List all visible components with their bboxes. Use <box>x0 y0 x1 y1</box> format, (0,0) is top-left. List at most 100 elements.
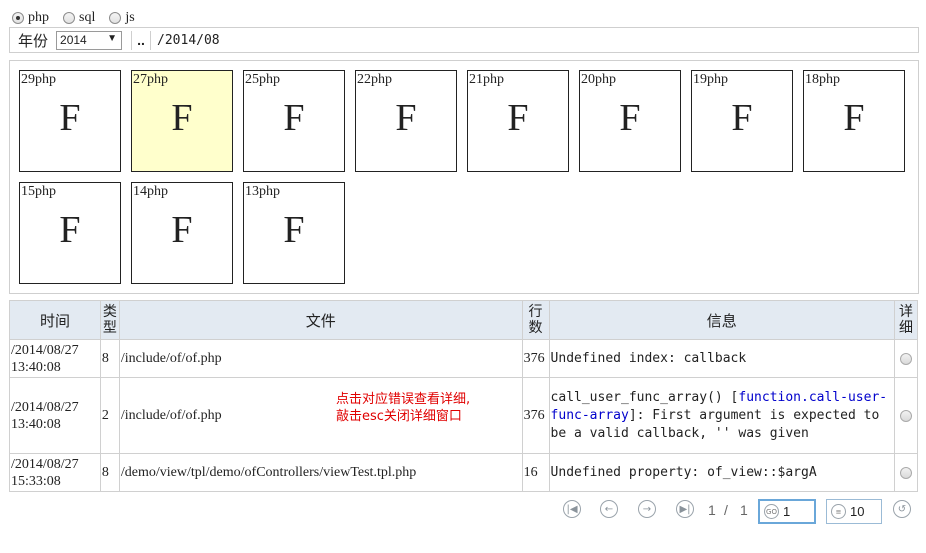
folder-tile-label: 27php <box>133 72 168 87</box>
folder-icon: F <box>171 97 193 139</box>
folder-icon: F <box>59 97 81 139</box>
folder-icon: F <box>283 209 305 251</box>
row-date: /2014/08/27 <box>11 399 79 415</box>
folder-icon: F <box>731 97 753 139</box>
folder-tile[interactable]: 22php F <box>355 70 457 172</box>
radio-php[interactable]: php <box>12 10 49 26</box>
row-message-pre: call_user_func_array() [ <box>550 389 739 405</box>
folder-tile-label: 19php <box>693 72 728 87</box>
table-header-row: 时间 类型 文件 行数 信息 详细 <box>9 300 919 340</box>
error-hint-text: 点击对应错误查看详细, 敲击esc关闭详细窗口 <box>336 391 470 425</box>
year-label: 年份 <box>18 31 49 50</box>
hint-line-1: 点击对应错误查看详细, <box>336 392 471 407</box>
row-message: Undefined property: of_view::$argA <box>548 453 895 492</box>
header-type: 类型 <box>99 300 120 340</box>
current-path: /2014/08 <box>157 32 220 48</box>
radio-sql[interactable]: sql <box>63 10 95 26</box>
row-detail-cell <box>893 377 919 454</box>
row-time: 15:33:08 <box>11 473 61 489</box>
prev-page-icon[interactable]: ← <box>600 500 618 518</box>
folder-panel: 29php F 27php F 25php F 22php F 21php F … <box>9 60 919 294</box>
folder-tile-label: 20php <box>581 72 616 87</box>
page-size-input[interactable]: ≡ 10 <box>826 499 882 524</box>
row-line: 376 <box>521 377 550 454</box>
header-line: 行数 <box>521 300 550 340</box>
header-detail: 详细 <box>893 300 919 340</box>
row-detail-cell <box>893 453 919 492</box>
folder-tile[interactable]: 20php F <box>579 70 681 172</box>
folder-tile-label: 18php <box>805 72 840 87</box>
total-pages: 1 <box>740 502 748 518</box>
folder-tile[interactable]: 15php F <box>19 182 121 284</box>
radio-sql-dot[interactable] <box>63 12 75 24</box>
folder-tile[interactable]: 14php F <box>131 182 233 284</box>
year-toolbar: 年份 2014 ▼ .. /2014/08 <box>9 27 919 53</box>
header-time: 时间 <box>9 300 101 340</box>
folder-tile-label: 13php <box>245 184 280 199</box>
table-row[interactable]: /2014/08/27 15:33:08 8 /demo/view/tpl/de… <box>9 453 919 492</box>
row-line: 376 <box>521 339 550 378</box>
row-message: Undefined index: callback <box>548 339 895 378</box>
folder-tile[interactable]: 25php F <box>243 70 345 172</box>
folder-tile[interactable]: 21php F <box>467 70 569 172</box>
row-type: 8 <box>99 339 120 378</box>
table-row[interactable]: /2014/08/27 13:40:08 8 /include/of/of.ph… <box>9 339 919 378</box>
page-size-value: 10 <box>850 504 865 519</box>
detail-radio[interactable] <box>899 409 912 422</box>
folder-tile-label: 14php <box>133 184 168 199</box>
page-number-value: 1 <box>783 504 791 519</box>
detail-radio[interactable] <box>899 466 912 479</box>
last-page-icon[interactable]: ▶| <box>676 500 694 518</box>
folder-tile[interactable]: 13php F <box>243 182 345 284</box>
row-type: 2 <box>99 377 120 454</box>
folder-icon: F <box>843 97 865 139</box>
radio-js-dot[interactable] <box>109 12 122 24</box>
radio-php-dot[interactable] <box>12 12 24 24</box>
folder-tile-label: 29php <box>21 72 56 87</box>
refresh-icon[interactable]: ↺ <box>893 500 911 518</box>
folder-icon: F <box>619 97 641 139</box>
header-message: 信息 <box>548 300 895 340</box>
radio-sql-label: sql <box>79 10 96 25</box>
list-icon: ≡ <box>831 504 846 519</box>
row-date: /2014/08/27 <box>11 342 79 358</box>
radio-php-label: php <box>28 10 49 25</box>
language-radio-group: php sql js <box>12 9 135 27</box>
radio-js-label: js <box>125 10 135 25</box>
row-time: 13:40:08 <box>11 359 61 375</box>
row-date: /2014/08/27 <box>11 456 79 472</box>
year-select[interactable]: 2014 ▼ <box>56 30 123 50</box>
row-file: /include/of/of.php <box>118 339 523 378</box>
chevron-down-icon: ▼ <box>107 32 118 44</box>
folder-tile-label: 15php <box>21 184 56 199</box>
folder-icon: F <box>395 97 417 139</box>
folder-icon: F <box>59 209 81 251</box>
parent-dir-button[interactable]: .. <box>131 30 152 50</box>
row-type: 8 <box>99 453 120 492</box>
first-page-icon[interactable]: |◀ <box>563 500 581 518</box>
current-page: 1 <box>708 502 716 518</box>
folder-tile[interactable]: 19php F <box>691 70 793 172</box>
folder-tile[interactable]: 29php F <box>19 70 121 172</box>
next-page-icon[interactable]: → <box>638 500 656 518</box>
folder-icon: F <box>507 97 529 139</box>
radio-js[interactable]: js <box>109 10 135 26</box>
row-detail-cell <box>893 339 919 378</box>
detail-radio[interactable] <box>899 352 912 365</box>
row-time: 13:40:08 <box>11 416 61 432</box>
folder-tile[interactable]: 27php F <box>131 70 233 172</box>
folder-tile-label: 25php <box>245 72 280 87</box>
folder-tile-label: 21php <box>469 72 504 87</box>
row-message: call_user_func_array() [function.call-us… <box>548 377 895 454</box>
header-file: 文件 <box>118 300 523 340</box>
folder-tile-label: 22php <box>357 72 392 87</box>
go-icon: GO <box>764 504 779 519</box>
row-file: /demo/view/tpl/demo/ofControllers/viewTe… <box>118 453 523 492</box>
folder-icon: F <box>171 209 193 251</box>
folder-tile[interactable]: 18php F <box>803 70 905 172</box>
folder-icon: F <box>283 97 305 139</box>
year-select-value: 2014 <box>60 33 87 47</box>
page-separator: / <box>724 502 728 518</box>
hint-line-2: 敲击esc关闭详细窗口 <box>336 409 462 424</box>
page-number-input[interactable]: GO 1 <box>758 499 816 524</box>
